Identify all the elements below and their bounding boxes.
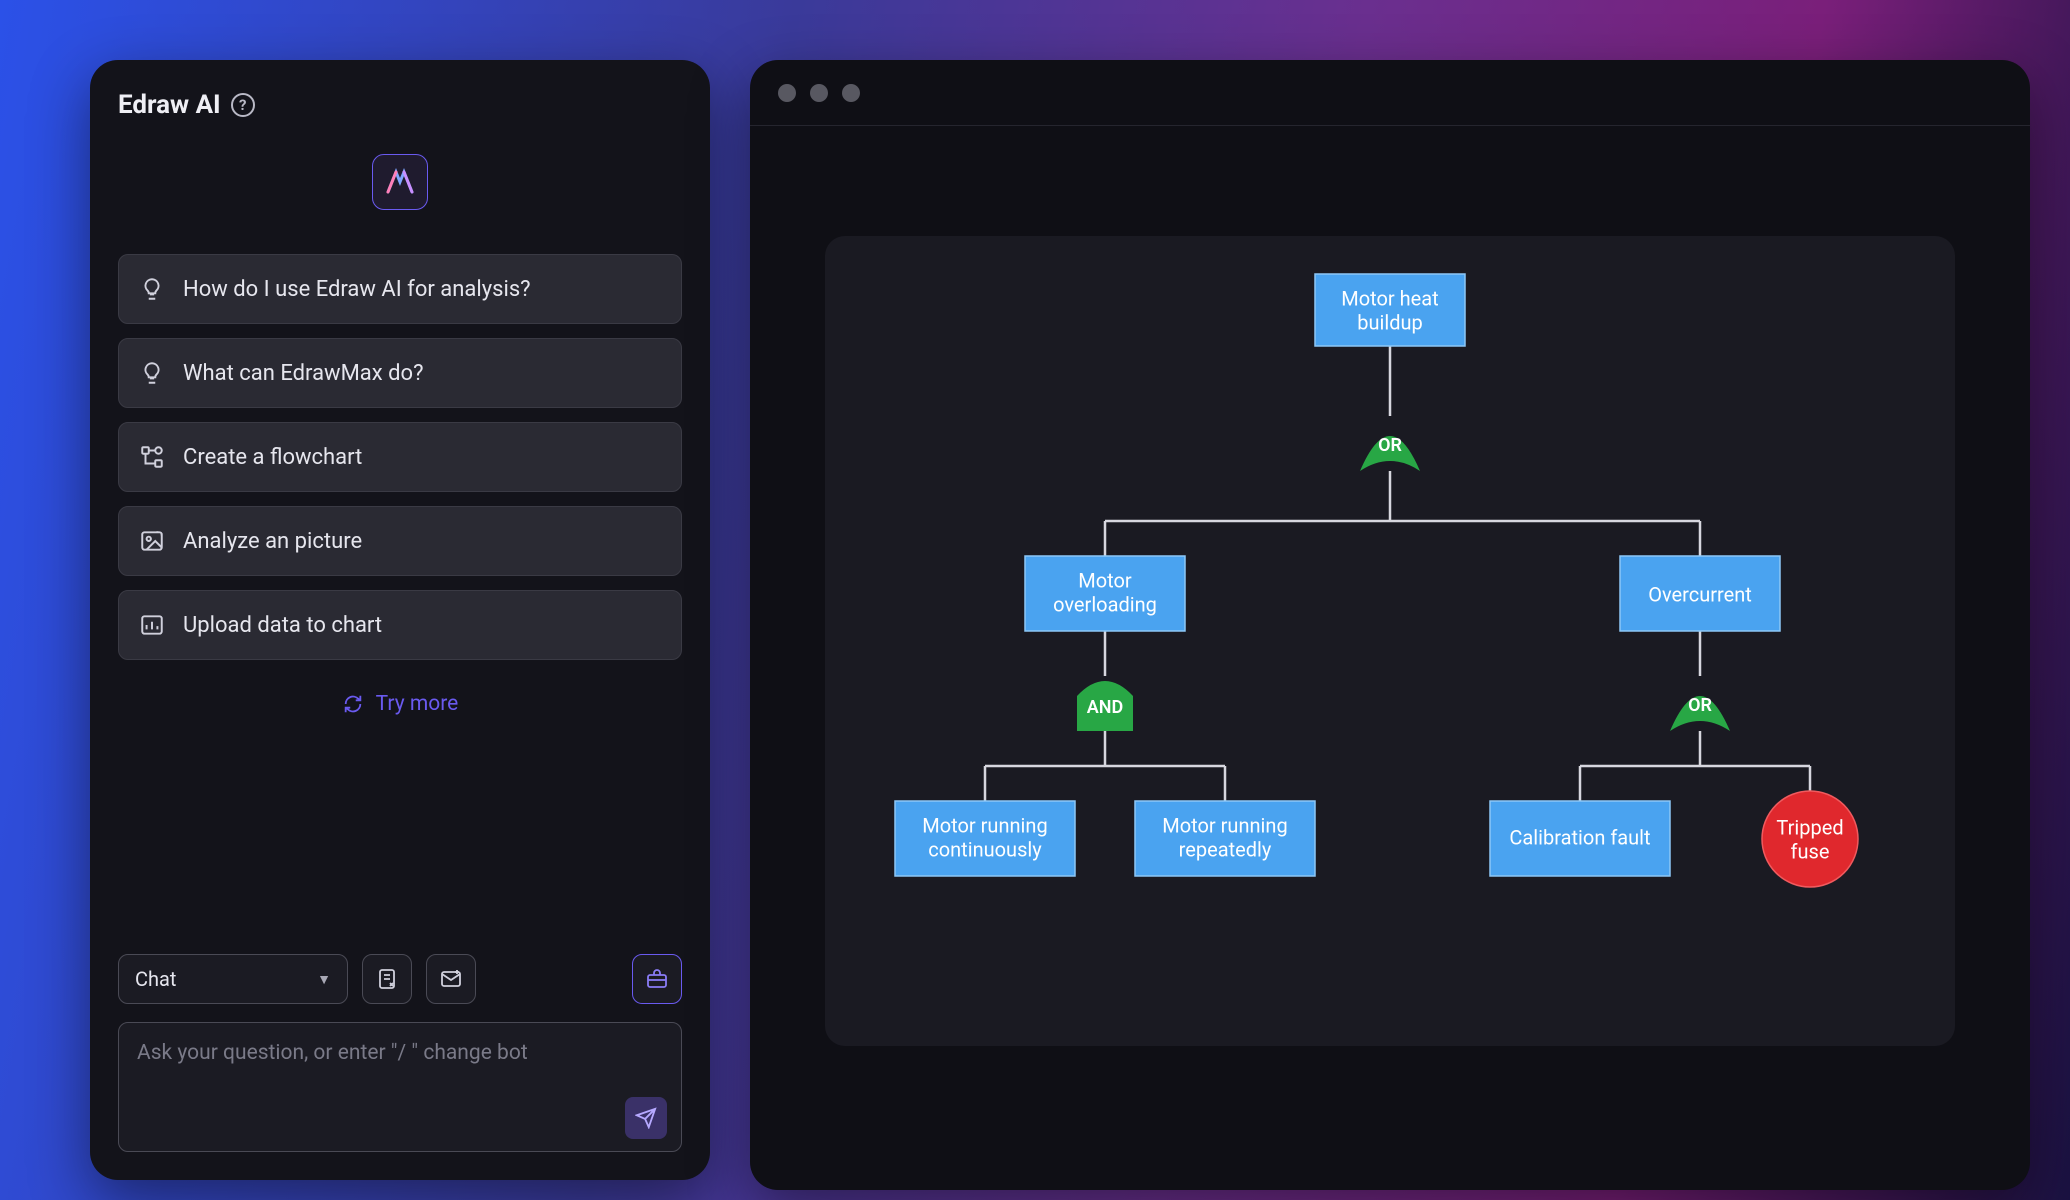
window-dot[interactable] [778, 84, 796, 102]
refresh-icon [342, 693, 364, 715]
suggestion-label: Upload data to chart [183, 613, 382, 638]
suggestion-label: Create a flowchart [183, 445, 362, 470]
mode-select[interactable]: Chat ▼ [118, 954, 348, 1004]
gate-label: OR [1378, 435, 1402, 456]
main-window: Motor heat buildup OR Motor overloading … [750, 60, 2030, 1190]
svg-text:Motor: Motor [1078, 568, 1132, 592]
send-button[interactable] [625, 1097, 667, 1139]
bulb-icon [139, 276, 165, 302]
svg-text:Motor running: Motor running [1162, 813, 1287, 837]
bulb-icon [139, 360, 165, 386]
fault-tree-diagram: Motor heat buildup OR Motor overloading … [825, 236, 1955, 1046]
svg-text:OR: OR [1688, 695, 1712, 716]
svg-text:Tripped: Tripped [1776, 815, 1843, 839]
svg-text:repeatedly: repeatedly [1179, 837, 1272, 861]
node-label: buildup [1357, 310, 1423, 334]
svg-text:fuse: fuse [1791, 839, 1830, 863]
composer[interactable]: Ask your question, or enter "/ " change … [118, 1022, 682, 1152]
svg-text:Calibration fault: Calibration fault [1509, 825, 1650, 849]
toolbox-button[interactable] [632, 954, 682, 1004]
document-button[interactable] [362, 954, 412, 1004]
svg-text:Overcurrent: Overcurrent [1648, 582, 1752, 606]
suggestion-label: What can EdrawMax do? [183, 361, 423, 386]
window-titlebar [750, 60, 2030, 126]
composer-placeholder: Ask your question, or enter "/ " change … [137, 1041, 663, 1065]
suggestion-analyze-picture[interactable]: Analyze an picture [118, 506, 682, 576]
logo-icon [382, 164, 418, 200]
svg-text:Motor running: Motor running [922, 813, 1047, 837]
chevron-down-icon: ▼ [317, 971, 331, 988]
diagram-canvas[interactable]: Motor heat buildup OR Motor overloading … [825, 236, 1955, 1046]
window-dot[interactable] [810, 84, 828, 102]
try-more-label: Try more [376, 692, 459, 716]
suggestion-upload-chart[interactable]: Upload data to chart [118, 590, 682, 660]
sidebar-header: Edraw AI ? [118, 90, 682, 120]
app-logo [372, 154, 428, 210]
app-title: Edraw AI [118, 90, 221, 120]
send-icon [635, 1107, 657, 1129]
new-message-button[interactable] [426, 954, 476, 1004]
image-icon [139, 528, 165, 554]
flow-icon [139, 444, 165, 470]
suggestion-flowchart[interactable]: Create a flowchart [118, 422, 682, 492]
suggestion-label: How do I use Edraw AI for analysis? [183, 277, 531, 302]
try-more-button[interactable]: Try more [118, 692, 682, 716]
svg-text:continuously: continuously [928, 837, 1042, 861]
suggestion-list: How do I use Edraw AI for analysis? What… [118, 254, 682, 660]
canvas-area: Motor heat buildup OR Motor overloading … [750, 126, 2030, 1190]
composer-toolbar: Chat ▼ [118, 954, 682, 1004]
window-dot[interactable] [842, 84, 860, 102]
node-label: Motor heat [1341, 286, 1438, 310]
svg-text:overloading: overloading [1053, 592, 1157, 616]
help-icon[interactable]: ? [231, 93, 255, 117]
suggestion-edrawmax[interactable]: What can EdrawMax do? [118, 338, 682, 408]
svg-text:AND: AND [1087, 697, 1123, 718]
ai-sidebar: Edraw AI ? How do I use Edraw AI for ana… [90, 60, 710, 1180]
mode-label: Chat [135, 967, 176, 991]
suggestion-label: Analyze an picture [183, 529, 362, 554]
suggestion-analysis[interactable]: How do I use Edraw AI for analysis? [118, 254, 682, 324]
chart-icon [139, 612, 165, 638]
